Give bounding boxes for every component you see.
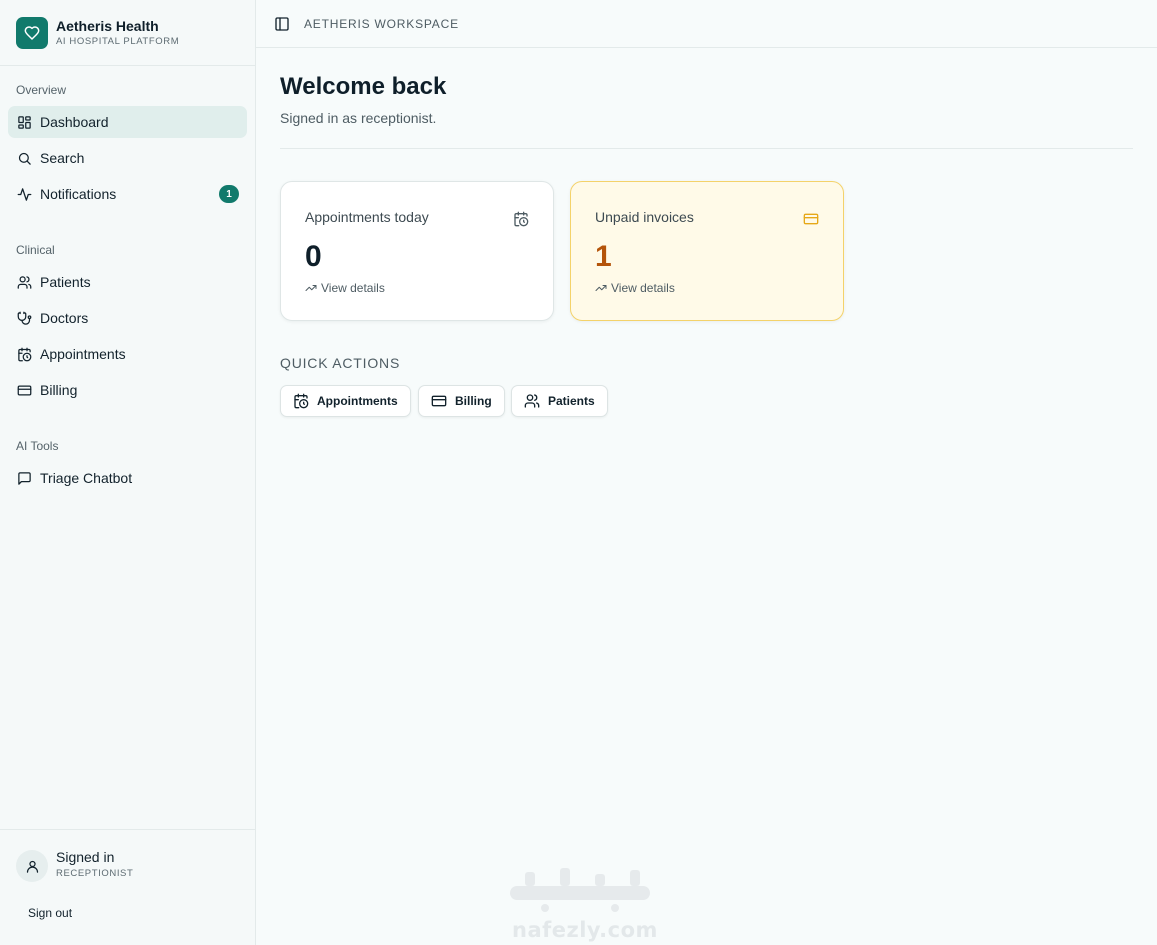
- users-icon: [524, 393, 540, 409]
- view-details-link[interactable]: View details: [595, 281, 675, 295]
- topbar: AETHERIS WORKSPACE: [256, 0, 1157, 48]
- brand-name: Aetheris Health: [56, 17, 159, 34]
- sidebar-footer: Signed in RECEPTIONIST Sign out: [0, 829, 256, 945]
- avatar: [16, 850, 48, 882]
- button-label: Patients: [548, 394, 595, 408]
- button-label: Appointments: [317, 394, 398, 408]
- sidebar-item-label: Dashboard: [40, 114, 109, 130]
- sidebar-toggle-icon[interactable]: [274, 16, 290, 32]
- quick-action-patients-button[interactable]: Patients: [511, 385, 608, 417]
- grid-icon: [16, 114, 32, 130]
- page-subtitle: Signed in as receptionist.: [280, 110, 437, 126]
- credit-card-icon: [431, 393, 447, 409]
- trending-up-icon: [305, 282, 317, 294]
- brand: Aetheris Health AI HOSPITAL PLATFORM: [0, 0, 255, 66]
- view-details-label: View details: [611, 281, 675, 295]
- users-icon: [16, 274, 32, 290]
- workspace-name: AETHERIS WORKSPACE: [304, 16, 459, 31]
- sidebar: Aetheris Health AI HOSPITAL PLATFORM Ove…: [0, 0, 256, 945]
- sign-out-button[interactable]: Sign out: [28, 906, 72, 920]
- view-details-label: View details: [321, 281, 385, 295]
- message-square-icon: [16, 470, 32, 486]
- sidebar-item-patients[interactable]: Patients: [8, 266, 247, 298]
- sidebar-item-billing[interactable]: Billing: [8, 374, 247, 406]
- stat-card-unpaid-invoices[interactable]: Unpaid invoices 1 View details: [570, 181, 844, 321]
- section-title-clinical: Clinical: [16, 243, 55, 257]
- credit-card-icon: [16, 382, 32, 398]
- button-label: Billing: [455, 394, 492, 408]
- section-title-ai-tools: AI Tools: [16, 439, 59, 453]
- stat-card-appointments-today[interactable]: Appointments today 0 View details: [280, 181, 554, 321]
- page-title: Welcome back: [280, 73, 447, 100]
- quick-action-appointments-button[interactable]: Appointments: [280, 385, 411, 417]
- sidebar-item-label: Doctors: [40, 310, 89, 326]
- sidebar-item-search[interactable]: Search: [8, 142, 247, 174]
- sidebar-item-label: Patients: [40, 274, 91, 290]
- divider: [280, 148, 1133, 149]
- sidebar-item-dashboard[interactable]: Dashboard: [8, 106, 247, 138]
- sidebar-item-label: Appointments: [40, 346, 126, 362]
- section-title-overview: Overview: [16, 83, 67, 97]
- card-title: Unpaid invoices: [595, 209, 694, 225]
- brand-subtitle: AI HOSPITAL PLATFORM: [56, 35, 180, 47]
- calendar-clock-icon: [293, 393, 309, 409]
- card-value: 1: [595, 240, 612, 273]
- card-title: Appointments today: [305, 209, 429, 225]
- quick-actions-title: QUICK ACTIONS: [280, 355, 401, 371]
- user-role: RECEPTIONIST: [56, 868, 134, 879]
- stethoscope-icon: [16, 310, 32, 326]
- view-details-link[interactable]: View details: [305, 281, 385, 295]
- watermark-text: nafezly.com: [512, 918, 658, 942]
- trending-up-icon: [595, 282, 607, 294]
- sidebar-item-doctors[interactable]: Doctors: [8, 302, 247, 334]
- heart-logo-icon: [16, 16, 48, 49]
- search-icon: [16, 150, 32, 166]
- sidebar-item-label: Billing: [40, 382, 78, 398]
- activity-icon: [16, 186, 32, 202]
- card-value: 0: [305, 240, 322, 273]
- calendar-clock-icon: [16, 346, 32, 362]
- user-icon: [26, 860, 38, 873]
- sidebar-item-label: Notifications: [40, 186, 117, 202]
- quick-action-billing-button[interactable]: Billing: [418, 385, 505, 417]
- sidebar-item-triage-chatbot[interactable]: Triage Chatbot: [8, 462, 247, 494]
- calendar-clock-icon: [513, 211, 529, 227]
- signed-in-status: Signed in: [56, 849, 115, 865]
- notification-count-badge: 1: [219, 185, 239, 203]
- sidebar-item-appointments[interactable]: Appointments: [8, 338, 247, 370]
- sidebar-item-label: Triage Chatbot: [40, 470, 133, 486]
- credit-card-icon: [803, 211, 819, 227]
- sidebar-item-label: Search: [40, 150, 85, 166]
- sidebar-item-notifications[interactable]: Notifications 1: [8, 178, 247, 210]
